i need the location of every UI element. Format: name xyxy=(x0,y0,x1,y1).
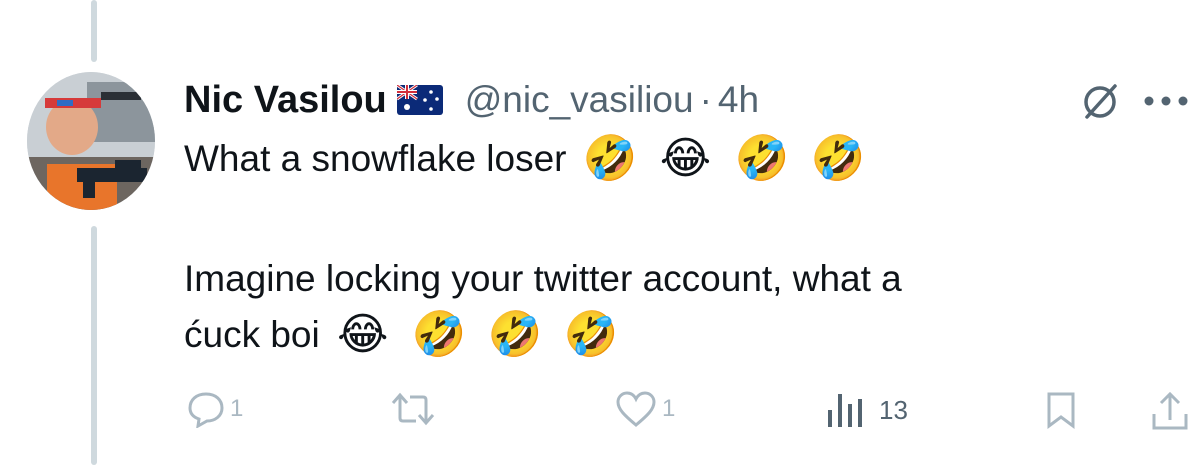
author-handle[interactable]: @nic_vasiliou xyxy=(465,79,694,121)
tears-of-joy-emoji: 😂 xyxy=(659,134,712,183)
rofl-emoji: 🤣 xyxy=(487,310,543,359)
avatar-image xyxy=(27,72,155,210)
retweet-button[interactable] xyxy=(390,390,436,428)
tweet-text-line: Imagine locking your twitter account, wh… xyxy=(184,252,902,306)
rofl-emoji: 🤣 xyxy=(411,310,467,359)
tweet-text: What a snowflake loser xyxy=(184,138,567,179)
more-options-icon[interactable] xyxy=(1141,94,1191,108)
author-name[interactable]: Nic Vasilou xyxy=(184,79,387,122)
rofl-emoji: 🤣 xyxy=(582,134,638,183)
tweet-text: Imagine locking your twitter account, wh… xyxy=(184,258,902,299)
like-button[interactable]: 1 xyxy=(614,390,675,428)
share-icon xyxy=(1152,391,1188,430)
like-count: 1 xyxy=(662,395,676,422)
heart-icon xyxy=(616,391,656,427)
rofl-emoji: 🤣 xyxy=(563,310,619,359)
tweet-text-line: ćuck boi 😂 🤣 🤣 🤣 xyxy=(184,307,619,363)
thread-connector-line xyxy=(91,0,97,62)
header-separator: · xyxy=(699,79,712,120)
tweet-header: Nic Vasilou @nic_vasiliou · 4h xyxy=(184,74,759,126)
tears-of-joy-emoji: 😂 xyxy=(337,310,389,359)
australia-flag-icon xyxy=(396,85,443,115)
views-button[interactable]: 13 xyxy=(825,390,908,430)
tweet-timestamp[interactable]: 4h xyxy=(718,79,759,121)
reply-count: 1 xyxy=(230,395,244,422)
tweet-text-line: What a snowflake loser 🤣 😂 🤣 🤣 xyxy=(184,132,865,186)
tweet-text: ćuck boi xyxy=(184,314,320,355)
reply-button[interactable]: 1 xyxy=(186,390,243,428)
share-button[interactable] xyxy=(1150,390,1190,432)
thread-connector-line xyxy=(91,226,97,465)
bookmark-button[interactable] xyxy=(1044,390,1078,430)
reply-icon xyxy=(188,392,224,428)
views-chart-icon xyxy=(828,394,862,427)
avatar[interactable] xyxy=(27,72,155,210)
rofl-emoji: 🤣 xyxy=(734,134,790,183)
rofl-emoji: 🤣 xyxy=(810,134,866,183)
retweet-icon xyxy=(391,392,435,426)
muted-conversation-icon[interactable] xyxy=(1079,80,1121,122)
bookmark-icon xyxy=(1047,392,1075,429)
views-count: 13 xyxy=(879,394,908,425)
